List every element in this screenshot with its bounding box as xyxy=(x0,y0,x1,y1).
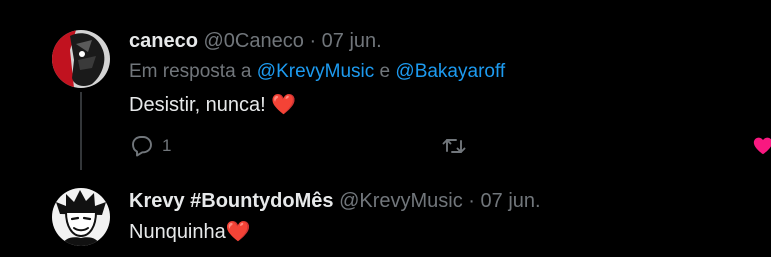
handle[interactable]: @KrevyMusic xyxy=(339,190,463,212)
mention-krevymusic[interactable]: @KrevyMusic xyxy=(257,61,374,82)
tweet-date[interactable]: 07 jun. xyxy=(322,30,382,52)
reply-conjunction: e xyxy=(379,61,391,82)
tweet-date[interactable]: 07 jun. xyxy=(481,190,541,212)
display-name[interactable]: Krevy #BountydoMês xyxy=(129,190,334,212)
tweet-text-content: Nunquinha xyxy=(129,221,226,243)
display-name[interactable]: caneco xyxy=(129,30,198,52)
reply-context: Em resposta a @KrevyMusic e @Bakayaroff xyxy=(129,61,505,83)
heart-emoji: ❤️ xyxy=(271,94,297,116)
thread-line xyxy=(80,92,82,170)
retweet-icon xyxy=(442,139,466,153)
reply-button[interactable]: 1 xyxy=(130,134,171,158)
retweet-button[interactable] xyxy=(441,134,467,158)
tweet-krevy[interactable]: Krevy #BountydoMês @KrevyMusic · 07 jun.… xyxy=(0,170,771,257)
separator: · xyxy=(309,30,317,52)
avatar-caneco[interactable] xyxy=(52,30,110,88)
tweet-text-content: Desistir, nunca! xyxy=(129,94,266,116)
avatar-caneco-image xyxy=(52,30,110,88)
like-button[interactable] xyxy=(752,135,771,157)
reply-tweet[interactable]: caneco @0Caneco · 07 jun. Em resposta a … xyxy=(0,0,771,170)
heart-emoji: ❤️ xyxy=(225,221,251,243)
avatar-krevy[interactable] xyxy=(52,188,110,246)
reply-prefix: Em resposta a xyxy=(129,61,252,82)
separator: · xyxy=(468,190,475,212)
avatar-krevy-image xyxy=(52,188,110,246)
reply-count: 1 xyxy=(162,136,172,155)
tweet-text: Desistir, nunca! ❤️ xyxy=(129,92,296,117)
tweet-header: Krevy #BountydoMês @KrevyMusic · 07 jun. xyxy=(129,190,541,213)
tweet-header: caneco @0Caneco · 07 jun. xyxy=(129,30,382,53)
tweet-text: Nunquinha❤️ xyxy=(129,219,251,244)
handle[interactable]: @0Caneco xyxy=(204,30,304,52)
reply-icon xyxy=(132,136,152,157)
heart-icon xyxy=(753,137,771,155)
mention-bakayaroff[interactable]: @Bakayaroff xyxy=(395,61,505,82)
